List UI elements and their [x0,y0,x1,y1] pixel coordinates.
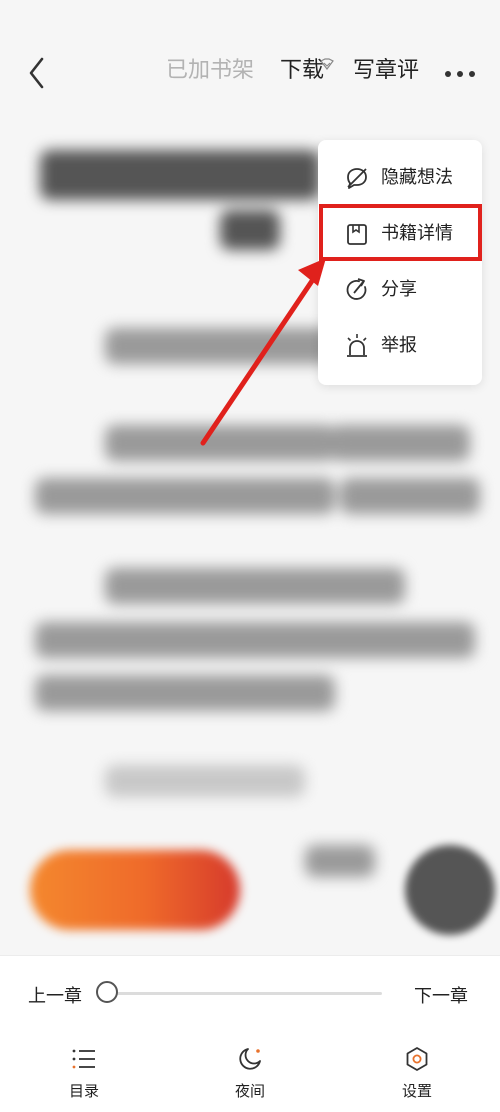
hide-thoughts-icon [344,165,370,191]
write-review-button[interactable]: 写章评 [353,57,419,85]
tab-table-of-contents[interactable]: 目录 [54,1046,114,1106]
night-mode-icon [237,1046,263,1072]
chapter-progress-track[interactable] [108,992,382,995]
tab-settings[interactable]: 设置 [387,1046,447,1106]
menu-item-report[interactable]: 举报 [318,320,482,372]
tab-label: 设置 [401,1082,432,1100]
progress-slider-thumb[interactable] [96,981,118,1003]
added-to-shelf-label: 已加书架 [166,58,255,83]
menu-item-share[interactable]: 分享 [318,264,482,316]
floating-action-pill[interactable] [30,850,240,930]
toc-icon [71,1046,97,1072]
back-icon[interactable] [22,53,62,93]
more-options-icon[interactable] [445,71,475,79]
tab-label: 目录 [68,1082,99,1100]
more-options-menu: 隐藏想法 书籍详情 分享 举报 [318,140,482,385]
prev-chapter-button[interactable]: 上一章 [28,985,82,1009]
menu-label: 隐藏想法 [381,167,453,188]
highlight-annotation-box [319,204,482,261]
menu-label: 分享 [381,279,417,300]
floating-avatar-button[interactable] [405,845,495,935]
tab-label: 夜间 [234,1082,265,1100]
download-badge-icon [320,55,334,70]
menu-label: 举报 [381,335,417,356]
settings-icon [404,1046,430,1072]
download-button[interactable]: 下载 [280,57,324,85]
bottom-control-bar: 上一章 下一章 目录 夜间 设置 [0,955,500,1112]
top-nav-bar: 已加书架 下载 写章评 [0,45,500,105]
menu-item-hide-thoughts[interactable]: 隐藏想法 [318,152,482,204]
report-icon [344,333,370,359]
next-chapter-button[interactable]: 下一章 [414,985,468,1009]
share-icon [344,277,370,303]
tab-night-mode[interactable]: 夜间 [220,1046,280,1106]
